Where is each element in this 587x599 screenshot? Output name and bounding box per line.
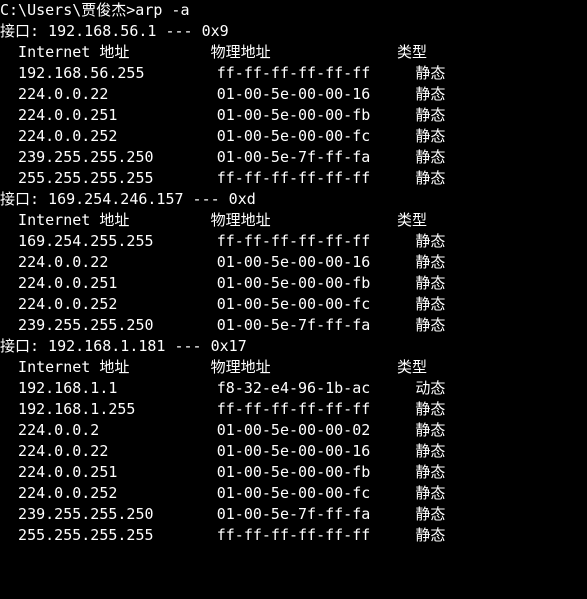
arp-header: Internet 地址 物理地址 类型	[0, 357, 587, 378]
arp-row: 255.255.255.255 ff-ff-ff-ff-ff-ff 静态	[0, 525, 587, 546]
arp-row: 224.0.0.252 01-00-5e-00-00-fc 静态	[0, 126, 587, 147]
arp-row: 192.168.1.1 f8-32-e4-96-1b-ac 动态	[0, 378, 587, 399]
arp-header: Internet 地址 物理地址 类型	[0, 210, 587, 231]
arp-row: 192.168.56.255 ff-ff-ff-ff-ff-ff 静态	[0, 63, 587, 84]
arp-row: 224.0.0.252 01-00-5e-00-00-fc 静态	[0, 483, 587, 504]
arp-row: 224.0.0.22 01-00-5e-00-00-16 静态	[0, 441, 587, 462]
arp-row: 224.0.0.22 01-00-5e-00-00-16 静态	[0, 84, 587, 105]
arp-row: 224.0.0.251 01-00-5e-00-00-fb 静态	[0, 462, 587, 483]
arp-row: 239.255.255.250 01-00-5e-7f-ff-fa 静态	[0, 315, 587, 336]
terminal-output[interactable]: C:\Users\贾俊杰>arp -a接口: 192.168.56.1 --- …	[0, 0, 587, 546]
interface-line: 接口: 192.168.1.181 --- 0x17	[0, 336, 587, 357]
command-prompt: C:\Users\贾俊杰>arp -a	[0, 0, 587, 21]
arp-row: 224.0.0.251 01-00-5e-00-00-fb 静态	[0, 273, 587, 294]
interface-line: 接口: 192.168.56.1 --- 0x9	[0, 21, 587, 42]
arp-row: 224.0.0.2 01-00-5e-00-00-02 静态	[0, 420, 587, 441]
arp-row: 255.255.255.255 ff-ff-ff-ff-ff-ff 静态	[0, 168, 587, 189]
arp-row: 239.255.255.250 01-00-5e-7f-ff-fa 静态	[0, 147, 587, 168]
interface-line: 接口: 169.254.246.157 --- 0xd	[0, 189, 587, 210]
arp-row: 224.0.0.22 01-00-5e-00-00-16 静态	[0, 252, 587, 273]
arp-row: 192.168.1.255 ff-ff-ff-ff-ff-ff 静态	[0, 399, 587, 420]
arp-row: 169.254.255.255 ff-ff-ff-ff-ff-ff 静态	[0, 231, 587, 252]
arp-row: 224.0.0.251 01-00-5e-00-00-fb 静态	[0, 105, 587, 126]
arp-row: 224.0.0.252 01-00-5e-00-00-fc 静态	[0, 294, 587, 315]
arp-row: 239.255.255.250 01-00-5e-7f-ff-fa 静态	[0, 504, 587, 525]
arp-header: Internet 地址 物理地址 类型	[0, 42, 587, 63]
